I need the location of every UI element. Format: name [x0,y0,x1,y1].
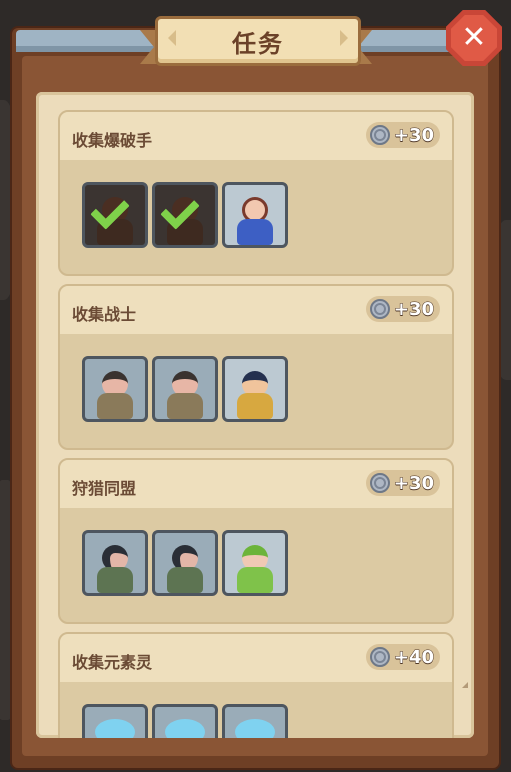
chevron-right-icon [340,30,348,46]
silver-coin-icon [369,647,390,667]
reward-amount: +30 [393,124,434,146]
warrior-leader-icon[interactable] [222,356,288,422]
elemental-icon[interactable] [222,704,288,738]
close-icon[interactable]: ✕ [451,15,497,61]
scrollbar[interactable] [462,112,468,712]
scroll-arrow-icon[interactable] [462,682,468,688]
silver-coin-icon [369,125,390,145]
quest-header: 狩猎同盟 +30 [60,460,452,508]
elemental-icon[interactable] [152,704,218,738]
check-icon [95,197,135,223]
quest-header: 收集战士 +30 [60,286,452,334]
reward-amount: +30 [393,472,434,494]
quest-reward: +30 [365,296,440,322]
quest-list[interactable]: 收集爆破手 +30 收集战士 +30 狩猎同盟 +30 收集元素灵 +40 [36,92,474,738]
quest-title: 收集爆破手 [72,131,153,150]
hero-slots [82,356,288,422]
quest-title: 收集元素灵 [72,653,153,672]
warrior-icon[interactable] [82,356,148,422]
quest-card: 狩猎同盟 +30 [58,458,454,624]
reward-amount: +30 [393,298,434,320]
silver-coin-icon [369,299,390,319]
check-icon [165,197,205,223]
quest-title: 狩猎同盟 [72,479,137,498]
quest-header: 收集爆破手 +30 [60,112,452,160]
huntress-icon[interactable] [152,530,218,596]
silver-coin-icon [369,473,390,493]
hero-slots [82,182,288,248]
title-banner: 任务 [155,16,361,66]
bomber-icon[interactable] [82,182,148,248]
hero-slots [82,530,288,596]
bomber-icon[interactable] [152,182,218,248]
page-title: 任务 [232,29,284,58]
chevron-left-icon [168,30,176,46]
archer-icon[interactable] [222,530,288,596]
quest-card: 收集元素灵 +40 [58,632,454,738]
warrior-icon[interactable] [152,356,218,422]
hero-slots [82,704,288,738]
quest-card: 收集战士 +30 [58,284,454,450]
quest-reward: +30 [365,470,440,496]
quest-card: 收集爆破手 +30 [58,110,454,276]
quest-reward: +40 [365,644,440,670]
quest-header: 收集元素灵 +40 [60,634,452,682]
reward-amount: +40 [393,646,434,668]
quest-reward: +30 [365,122,440,148]
quest-title: 收集战士 [72,305,137,324]
huntress-icon[interactable] [82,530,148,596]
elemental-icon[interactable] [82,704,148,738]
bomber-leader-icon[interactable] [222,182,288,248]
